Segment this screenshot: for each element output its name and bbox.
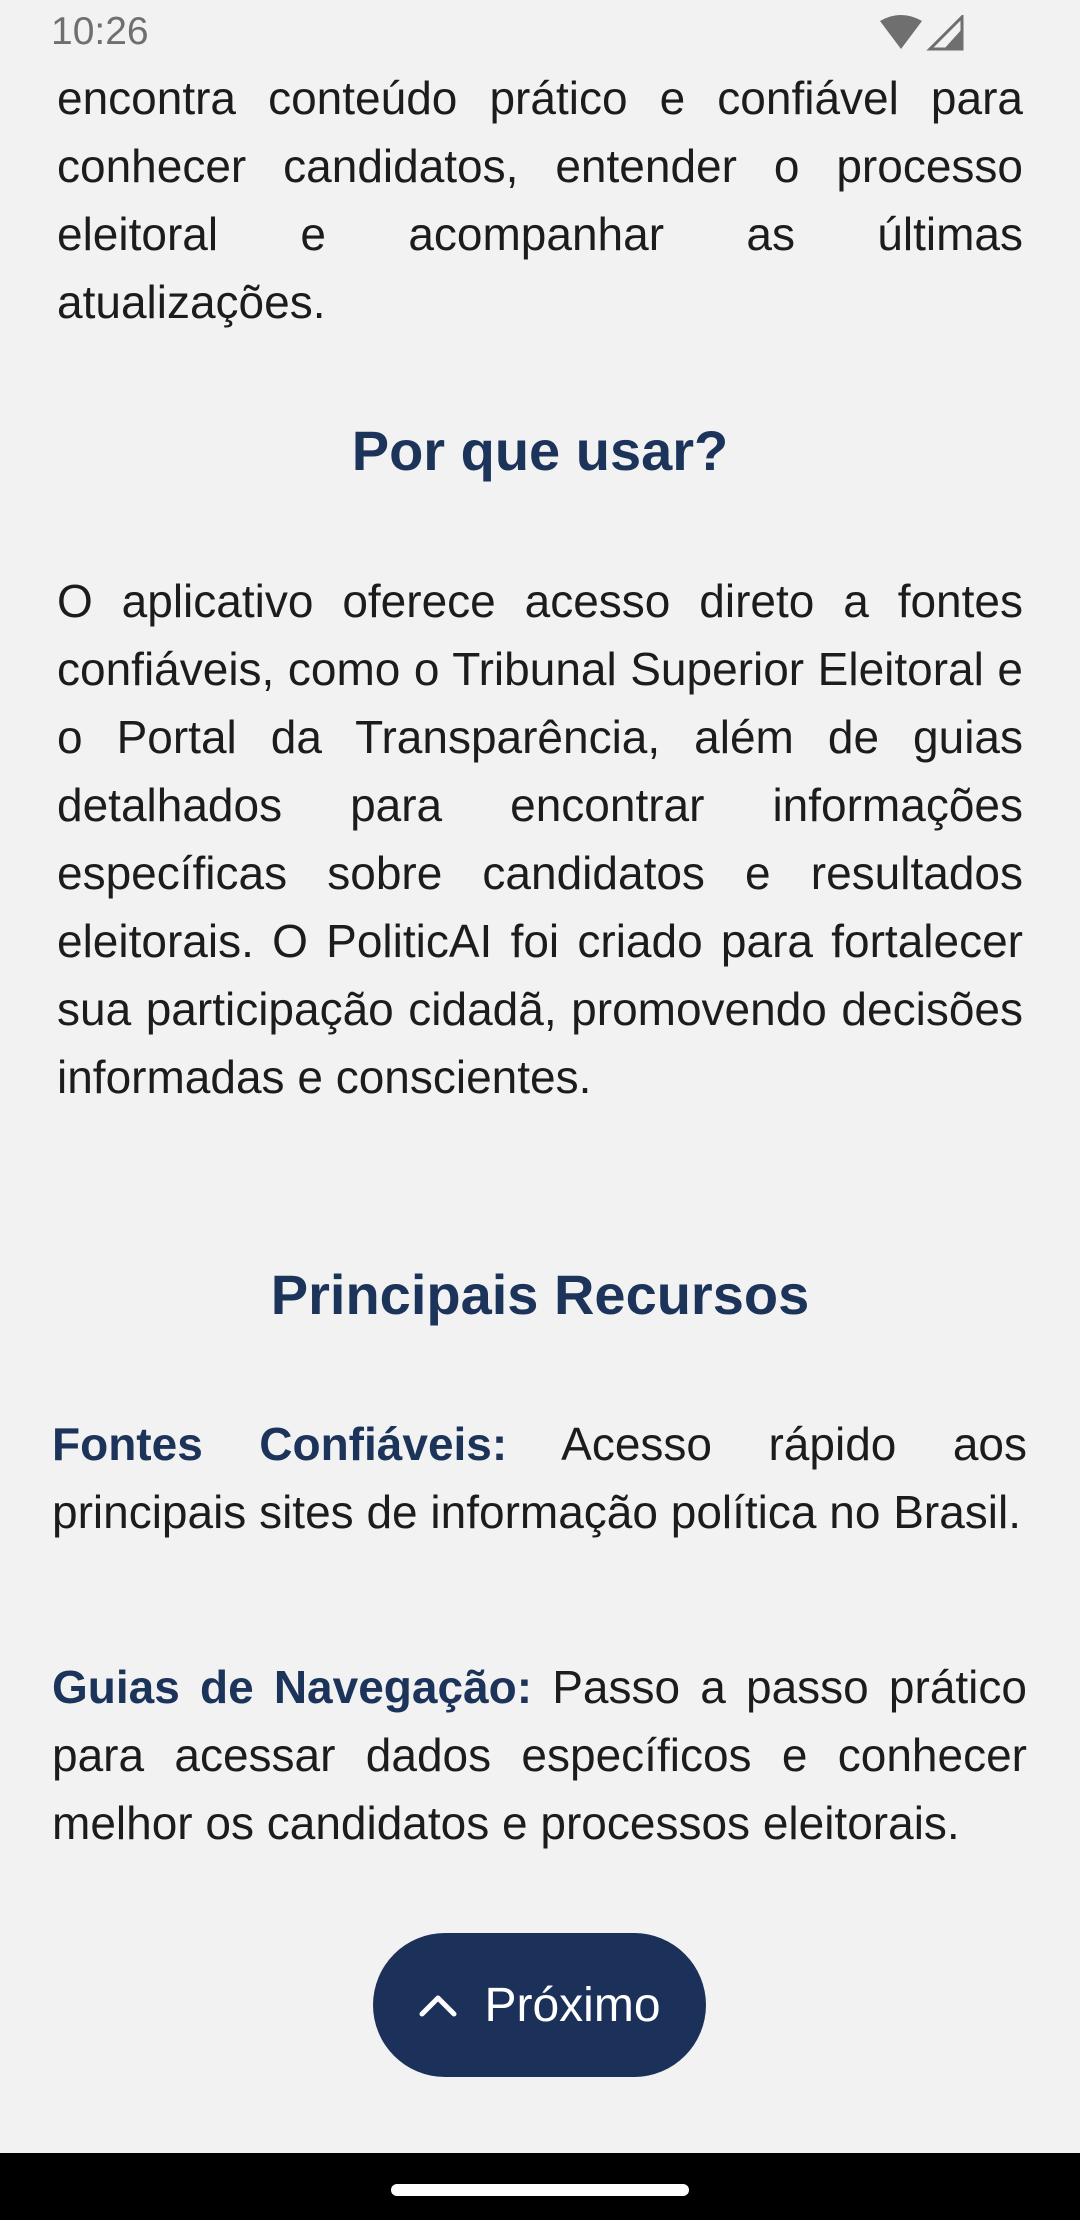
feature-title-navigation-guides: Guias de Navegação: <box>52 1661 533 1713</box>
screen: 10:26 encontra conteúdo prático e confiá… <box>0 0 1080 2220</box>
wifi-icon <box>880 15 922 49</box>
cell-signal-icon <box>926 15 964 51</box>
feature-item: Guias de Navegação: Passo a passo prátic… <box>52 1653 1027 1857</box>
why-use-paragraph: O aplicativo oferece acesso direto a fon… <box>57 575 1023 1103</box>
status-bar: 10:26 <box>0 0 1080 66</box>
next-button-label: Próximo <box>484 1978 661 2032</box>
intro-paragraph: encontra conteúdo prático e confiável pa… <box>57 72 1023 328</box>
chevron-up-icon <box>419 1995 457 2017</box>
feature-item: Fontes Confiáveis: Acesso rápido aos pri… <box>52 1410 1027 1546</box>
status-icons <box>880 15 964 51</box>
home-gesture-handle[interactable] <box>391 2184 689 2196</box>
feature-title-reliable-sources: Fontes Confiáveis: <box>52 1418 508 1470</box>
main-features-heading: Principais Recursos <box>270 1263 810 1326</box>
next-button[interactable]: Próximo <box>373 1933 706 2077</box>
why-use-heading: Por que usar? <box>351 419 729 482</box>
status-time: 10:26 <box>51 10 149 53</box>
